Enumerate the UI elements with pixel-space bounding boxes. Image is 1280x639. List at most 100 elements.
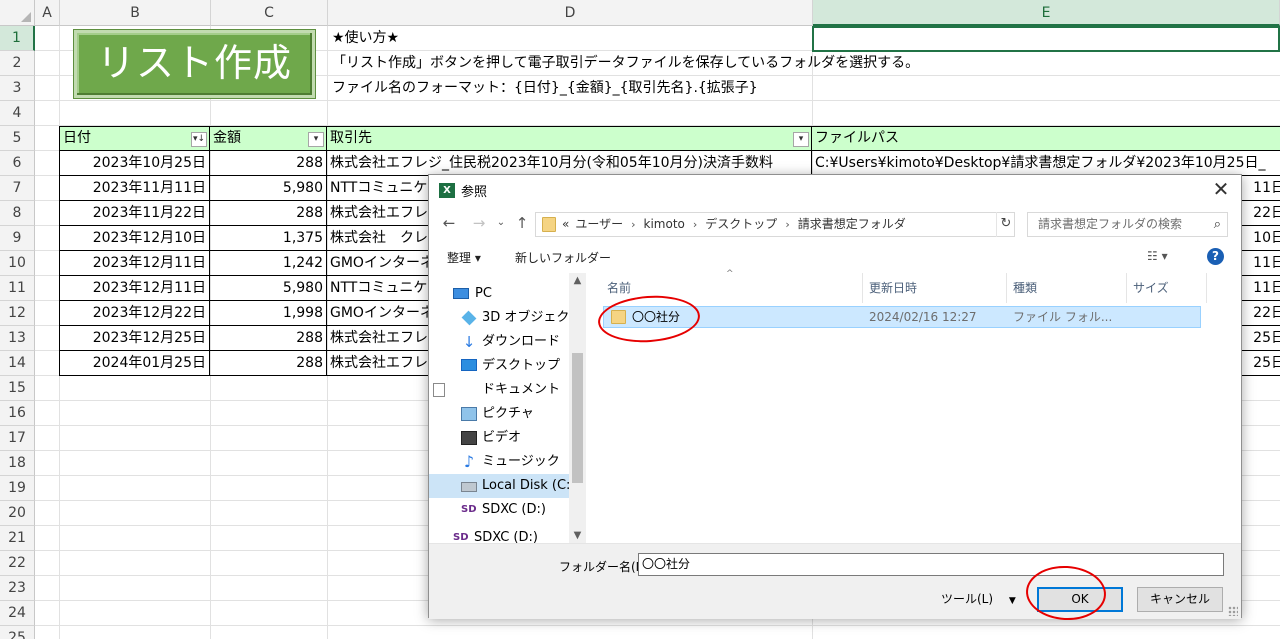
filter-sort-icon[interactable]: ▾↓ — [191, 132, 207, 147]
row-header[interactable]: 23 — [0, 576, 35, 601]
row-header[interactable]: 21 — [0, 526, 35, 551]
row-header[interactable]: 4 — [0, 101, 35, 126]
refresh-icon[interactable]: ↻ — [996, 212, 1015, 237]
breadcrumb-item[interactable]: デスクトップ — [705, 217, 777, 231]
row-header[interactable]: 24 — [0, 601, 35, 626]
column-header-c[interactable]: C — [211, 0, 328, 26]
cell-date[interactable]: 2023年11月11日 — [59, 176, 210, 201]
scroll-down-icon[interactable]: ▼ — [569, 530, 586, 541]
row-header[interactable]: 3 — [0, 76, 35, 101]
cell-date[interactable]: 2023年12月22日 — [59, 301, 210, 326]
nav-item[interactable]: Local Disk (C:) — [429, 474, 575, 498]
cancel-button[interactable]: キャンセル — [1137, 587, 1223, 612]
create-list-button[interactable]: リスト作成 — [74, 30, 315, 98]
help-icon[interactable]: ? — [1207, 248, 1224, 265]
filter-dropdown-icon[interactable]: ▾ — [308, 132, 324, 147]
cell-filepath[interactable]: C:¥Users¥kimoto¥Desktop¥請求書想定フォルダ¥2023年1… — [812, 151, 1280, 176]
breadcrumb-overflow[interactable]: « — [562, 217, 569, 231]
cell-amount[interactable]: 288 — [210, 151, 327, 176]
nav-item[interactable]: PC — [429, 282, 569, 306]
row-header[interactable]: 19 — [0, 476, 35, 501]
table-header-vendor[interactable]: 取引先 ▾ — [327, 126, 812, 151]
cell-amount[interactable]: 1,242 — [210, 251, 327, 276]
up-arrow-icon[interactable]: ↑ — [512, 213, 532, 233]
nav-scrollbar[interactable]: ▲ ▼ — [569, 273, 586, 543]
cell-date[interactable]: 2023年11月22日 — [59, 201, 210, 226]
row-header[interactable]: 22 — [0, 551, 35, 576]
cell-amount[interactable]: 5,980 — [210, 176, 327, 201]
active-cell-e1[interactable] — [812, 26, 1280, 52]
row-header[interactable]: 18 — [0, 451, 35, 476]
back-arrow-icon[interactable]: ← — [439, 213, 459, 233]
row-header[interactable]: 12 — [0, 301, 35, 326]
table-header-date[interactable]: 日付 ▾↓ — [59, 126, 210, 151]
breadcrumb-item[interactable]: kimoto — [644, 217, 685, 231]
column-header-a[interactable]: A — [35, 0, 60, 26]
cell-date[interactable]: 2023年12月25日 — [59, 326, 210, 351]
nav-item[interactable]: ↓ ダウンロード — [429, 330, 569, 354]
close-button[interactable]: ✕ — [1209, 177, 1233, 201]
nav-item[interactable]: 3D オブジェクト — [429, 306, 582, 330]
breadcrumb-item[interactable]: 請求書想定フォルダ — [798, 217, 906, 231]
cell-amount[interactable]: 288 — [210, 326, 327, 351]
breadcrumb-item[interactable]: ユーザー — [575, 217, 623, 231]
cell-date[interactable]: 2023年12月10日 — [59, 226, 210, 251]
row-header[interactable]: 13 — [0, 326, 35, 351]
column-header-e[interactable]: E — [813, 0, 1280, 26]
row-header[interactable]: 2 — [0, 51, 35, 76]
row-header[interactable]: 11 — [0, 276, 35, 301]
row-header[interactable]: 1 — [0, 26, 35, 51]
row-header[interactable]: 8 — [0, 201, 35, 226]
column-header-d[interactable]: D — [328, 0, 813, 26]
filter-dropdown-icon[interactable]: ▾ — [793, 132, 809, 147]
column-size[interactable]: サイズ — [1127, 273, 1207, 303]
nav-item[interactable]: ドキュメント — [429, 378, 569, 402]
tools-button[interactable]: ツール(L) ▼ — [941, 586, 1016, 614]
search-input[interactable]: 請求書想定フォルダの検索 ⌕ — [1027, 212, 1228, 237]
cell-amount[interactable]: 1,998 — [210, 301, 327, 326]
row-header[interactable]: 17 — [0, 426, 35, 451]
cell-amount[interactable]: 288 — [210, 351, 327, 376]
cell-date[interactable]: 2024年01月25日 — [59, 351, 210, 376]
row-header[interactable]: 9 — [0, 226, 35, 251]
column-type[interactable]: 種類 — [1007, 273, 1127, 303]
select-all-corner[interactable] — [0, 0, 35, 26]
nav-item[interactable]: デスクトップ — [429, 354, 569, 378]
cell-amount[interactable]: 5,980 — [210, 276, 327, 301]
nav-item[interactable]: SD SDXC (D:) — [429, 498, 569, 522]
nav-item[interactable]: ビデオ — [429, 426, 569, 450]
new-folder-button[interactable]: 新しいフォルダー — [515, 249, 611, 266]
nav-item[interactable]: ♪ ミュージック — [429, 450, 569, 474]
column-modified[interactable]: 更新日時 — [863, 273, 1007, 303]
cell-date[interactable]: 2023年12月11日 — [59, 251, 210, 276]
forward-arrow-icon[interactable]: → — [469, 213, 489, 233]
row-header[interactable]: 10 — [0, 251, 35, 276]
scroll-up-icon[interactable]: ▲ — [569, 275, 586, 286]
resize-grip[interactable] — [1228, 606, 1238, 616]
nav-item[interactable]: ピクチャ — [429, 402, 569, 426]
row-header[interactable]: 16 — [0, 401, 35, 426]
scroll-thumb[interactable] — [572, 353, 583, 483]
cell-date[interactable]: 2023年10月25日 — [59, 151, 210, 176]
folder-name-field[interactable]: 〇〇社分 — [638, 553, 1224, 576]
dialog-titlebar[interactable]: X 参照 ✕ — [429, 175, 1241, 205]
cell-amount[interactable]: 288 — [210, 201, 327, 226]
music-icon: ♪ — [463, 452, 475, 471]
row-header[interactable]: 25 — [0, 626, 35, 639]
row-header[interactable]: 15 — [0, 376, 35, 401]
cell-date[interactable]: 2023年12月11日 — [59, 276, 210, 301]
row-header[interactable]: 5 — [0, 126, 35, 151]
row-header[interactable]: 20 — [0, 501, 35, 526]
cell-amount[interactable]: 1,375 — [210, 226, 327, 251]
view-options-icon[interactable]: ☷ ▾ — [1147, 249, 1168, 263]
recent-locations-icon[interactable]: ⌄ — [491, 213, 511, 233]
row-header[interactable]: 14 — [0, 351, 35, 376]
row-header[interactable]: 6 — [0, 151, 35, 176]
table-header-amount[interactable]: 金額 ▾ — [210, 126, 327, 151]
row-header[interactable]: 7 — [0, 176, 35, 201]
organize-button[interactable]: 整理 ▾ — [447, 249, 481, 266]
table-header-filepath[interactable]: ファイルパス — [812, 126, 1280, 151]
column-header-b[interactable]: B — [60, 0, 211, 26]
address-bar[interactable]: « ユーザー › kimoto › デスクトップ › 請求書想定フォルダ — [535, 212, 1015, 237]
cell-vendor[interactable]: 株式会社エフレジ_住民税2023年10月分(令和05年10月分)決済手数料 — [327, 151, 812, 176]
